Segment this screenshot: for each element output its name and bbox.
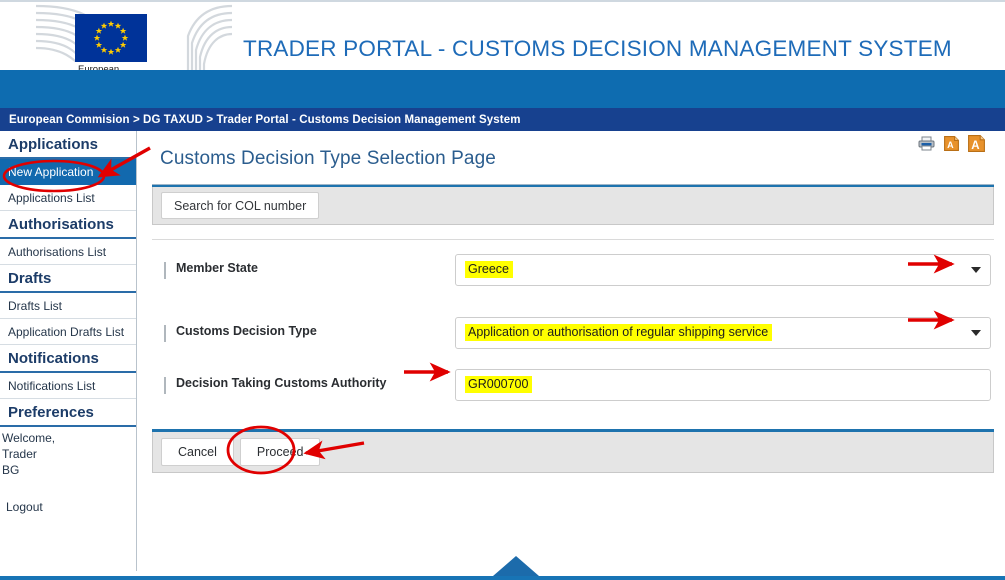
search-col-number-button[interactable]: Search for COL number [161,192,320,219]
member-state-select[interactable]: Greece [455,254,991,286]
printer-icon[interactable] [918,136,935,151]
header-blue-band [0,70,1005,108]
sidebar-item-label: Application Drafts List [8,324,125,339]
sidebar-item-label: New Application [8,164,94,179]
page-header-title: TRADER PORTAL - CUSTOMS DECISION MANAGEM… [243,36,952,61]
sidebar-heading-authorisations: Authorisations [0,211,136,239]
footer [0,556,1005,580]
row-accent-bar [164,377,166,394]
eu-commission-caption: European Commission [75,62,147,70]
decision-taking-customs-authority-value: GR000700 [465,376,533,393]
breadcrumb-text: European Commision > DG TAXUD > Trader P… [9,113,521,126]
label-decision-taking-customs-authority: Decision Taking Customs Authority [176,376,387,390]
label-customs-decision-type: Customs Decision Type [176,324,317,338]
sidebar-item-drafts-list[interactable]: Drafts List [0,293,136,319]
svg-text:A: A [947,140,954,150]
sidebar-item-logout[interactable]: Logout [0,500,136,514]
form-row-customs-decision-type: Customs Decision Type Application or aut… [152,317,994,363]
cancel-button[interactable]: Cancel [161,438,234,466]
sidebar-item-authorisations-list[interactable]: Authorisations List [0,239,136,265]
scroll-to-top-arrow-icon[interactable] [493,556,539,576]
sidebar-item-applications-list[interactable]: Applications List [0,185,136,211]
cancel-button-label: Cancel [178,445,217,459]
search-panel-body: Search for COL number [152,187,994,225]
proceed-button[interactable]: Proceed [239,438,321,466]
sidebar-item-label: Notifications List [8,378,96,393]
breadcrumb: European Commision > DG TAXUD > Trader P… [0,108,1005,131]
main-content: A A Customs Decision Type Selection Page… [137,131,1005,571]
row-accent-bar [164,262,166,279]
sidebar-item-label: Authorisations List [8,244,107,259]
svg-text:A: A [971,140,979,152]
sidebar-item-notifications-list[interactable]: Notifications List [0,373,136,399]
search-panel: Search for COL number [152,184,994,225]
sidebar-item-application-drafts-list[interactable]: Application Drafts List [0,319,136,345]
sidebar-item-new-application[interactable]: New Application [0,159,136,185]
sidebar-heading-preferences: Preferences [0,399,136,427]
label-member-state: Member State [176,261,258,275]
sidebar-item-label: Drafts List [8,298,63,313]
page-tool-icons: A A [918,135,985,152]
customs-decision-type-value: Application or authorisation of regular … [465,324,773,341]
chevron-down-icon[interactable] [971,330,981,336]
form-row-decision-taking-customs-authority: Decision Taking Customs Authority GR0007… [152,369,994,415]
font-size-large-icon[interactable]: A [968,135,985,152]
site-header: European Commission TRADER PORTAL - CUST… [0,0,1005,70]
sidebar: Applications New Application Application… [0,131,137,571]
row-accent-bar [164,325,166,342]
member-state-value: Greece [465,261,513,278]
font-size-small-icon[interactable]: A [944,136,959,151]
sidebar-heading-notifications: Notifications [0,345,136,373]
sidebar-item-label: Applications List [8,190,95,205]
form-row-member-state: Member State Greece [152,254,994,300]
sidebar-heading-applications: Applications [0,131,136,159]
page-title: Customs Decision Type Selection Page [160,148,496,169]
sidebar-welcome-text: Welcome, Trader BG [2,431,56,477]
chevron-down-icon[interactable] [971,267,981,273]
logout-label: Logout [6,500,43,514]
eu-flag-logo [75,14,147,62]
customs-decision-type-select[interactable]: Application or authorisation of regular … [455,317,991,349]
sidebar-heading-drafts: Drafts [0,265,136,293]
search-button-label: Search for COL number [174,198,307,213]
decision-taking-customs-authority-input[interactable]: GR000700 [455,369,991,401]
selection-form: Member State Greece Customs Decision Typ… [152,239,994,424]
proceed-button-label: Proceed [256,445,304,459]
action-panel: Cancel Proceed [152,429,994,473]
trader-portal-page: European Commission TRADER PORTAL - CUST… [0,0,1005,580]
action-panel-body: Cancel Proceed [152,432,994,473]
footer-blue-rule [0,576,1005,580]
